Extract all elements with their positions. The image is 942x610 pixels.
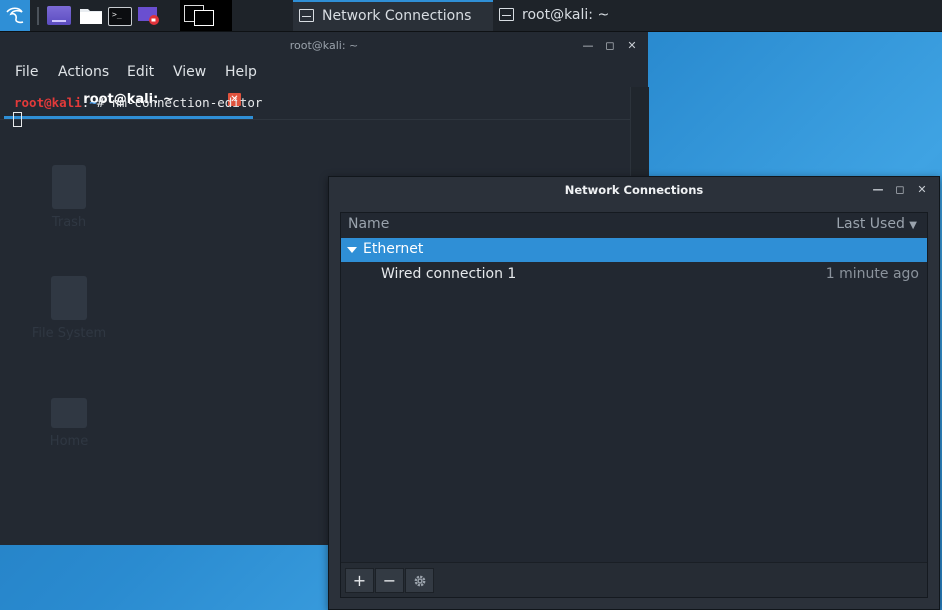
file-manager-icon[interactable] bbox=[79, 6, 103, 25]
kali-logo-icon bbox=[6, 7, 24, 24]
window-title: root@kali: ~ bbox=[289, 39, 359, 52]
terminal-titlebar: root@kali: ~ — ◻ ✕ bbox=[0, 32, 648, 59]
close-icon[interactable]: ✕ bbox=[911, 177, 933, 203]
connection-last-used: 1 minute ago bbox=[825, 266, 919, 282]
maximize-icon[interactable]: ◻ bbox=[599, 32, 621, 59]
column-header: Name Last Used ▼ bbox=[341, 213, 927, 237]
add-connection-button[interactable]: + bbox=[345, 568, 374, 593]
column-last-used[interactable]: Last Used ▼ bbox=[836, 216, 917, 232]
window-icon bbox=[299, 8, 314, 22]
group-row-ethernet[interactable]: Ethernet bbox=[341, 238, 927, 262]
screen-recorder-icon[interactable] bbox=[137, 6, 161, 25]
expander-down-icon bbox=[347, 247, 357, 253]
panel-separator bbox=[37, 7, 39, 25]
terminal-icon bbox=[499, 7, 514, 21]
top-panel: >_ Network Connections root@kali: ~ bbox=[0, 0, 942, 32]
prompt-line: root@kali:~# nm-connection-editor bbox=[14, 95, 263, 110]
text-cursor bbox=[13, 112, 22, 127]
kali-menu-button[interactable] bbox=[0, 0, 30, 31]
network-connections-window: Network Connections — ◻ ✕ Name Last Used… bbox=[328, 176, 940, 610]
minimize-icon[interactable]: — bbox=[867, 177, 889, 203]
prompt-user: root@kali bbox=[14, 95, 82, 110]
menu-bar: File Actions Edit View Help bbox=[0, 59, 648, 87]
task-terminal[interactable]: root@kali: ~ bbox=[493, 0, 693, 31]
connection-name: Wired connection 1 bbox=[381, 266, 517, 282]
sort-down-icon: ▼ bbox=[909, 220, 917, 231]
menu-file[interactable]: File bbox=[15, 64, 38, 80]
gear-icon bbox=[414, 575, 425, 587]
minimize-icon[interactable]: — bbox=[577, 32, 599, 59]
menu-view[interactable]: View bbox=[173, 64, 206, 80]
remove-connection-button[interactable]: − bbox=[375, 568, 404, 593]
workspace-switcher[interactable] bbox=[180, 0, 232, 31]
connection-row[interactable]: Wired connection 1 1 minute ago bbox=[341, 263, 927, 287]
terminal-launcher-icon[interactable]: >_ bbox=[108, 7, 132, 26]
column-name[interactable]: Name bbox=[348, 216, 389, 232]
menu-help[interactable]: Help bbox=[225, 64, 257, 80]
menu-edit[interactable]: Edit bbox=[127, 64, 154, 80]
close-icon[interactable]: ✕ bbox=[621, 32, 643, 59]
menu-actions[interactable]: Actions bbox=[58, 64, 109, 80]
show-desktop-icon[interactable] bbox=[47, 6, 71, 25]
maximize-icon[interactable]: ◻ bbox=[889, 177, 911, 203]
task-network-connections[interactable]: Network Connections bbox=[293, 0, 493, 31]
prompt-path: ~ bbox=[89, 95, 97, 110]
command-text: nm-connection-editor bbox=[111, 95, 263, 110]
connection-list: Name Last Used ▼ Ethernet Wired connecti… bbox=[340, 212, 928, 598]
edit-connection-button[interactable] bbox=[405, 568, 434, 593]
window-title: Network Connections bbox=[564, 183, 704, 197]
nc-titlebar: Network Connections — ◻ ✕ bbox=[329, 177, 939, 203]
list-toolbar: + − bbox=[341, 562, 927, 597]
